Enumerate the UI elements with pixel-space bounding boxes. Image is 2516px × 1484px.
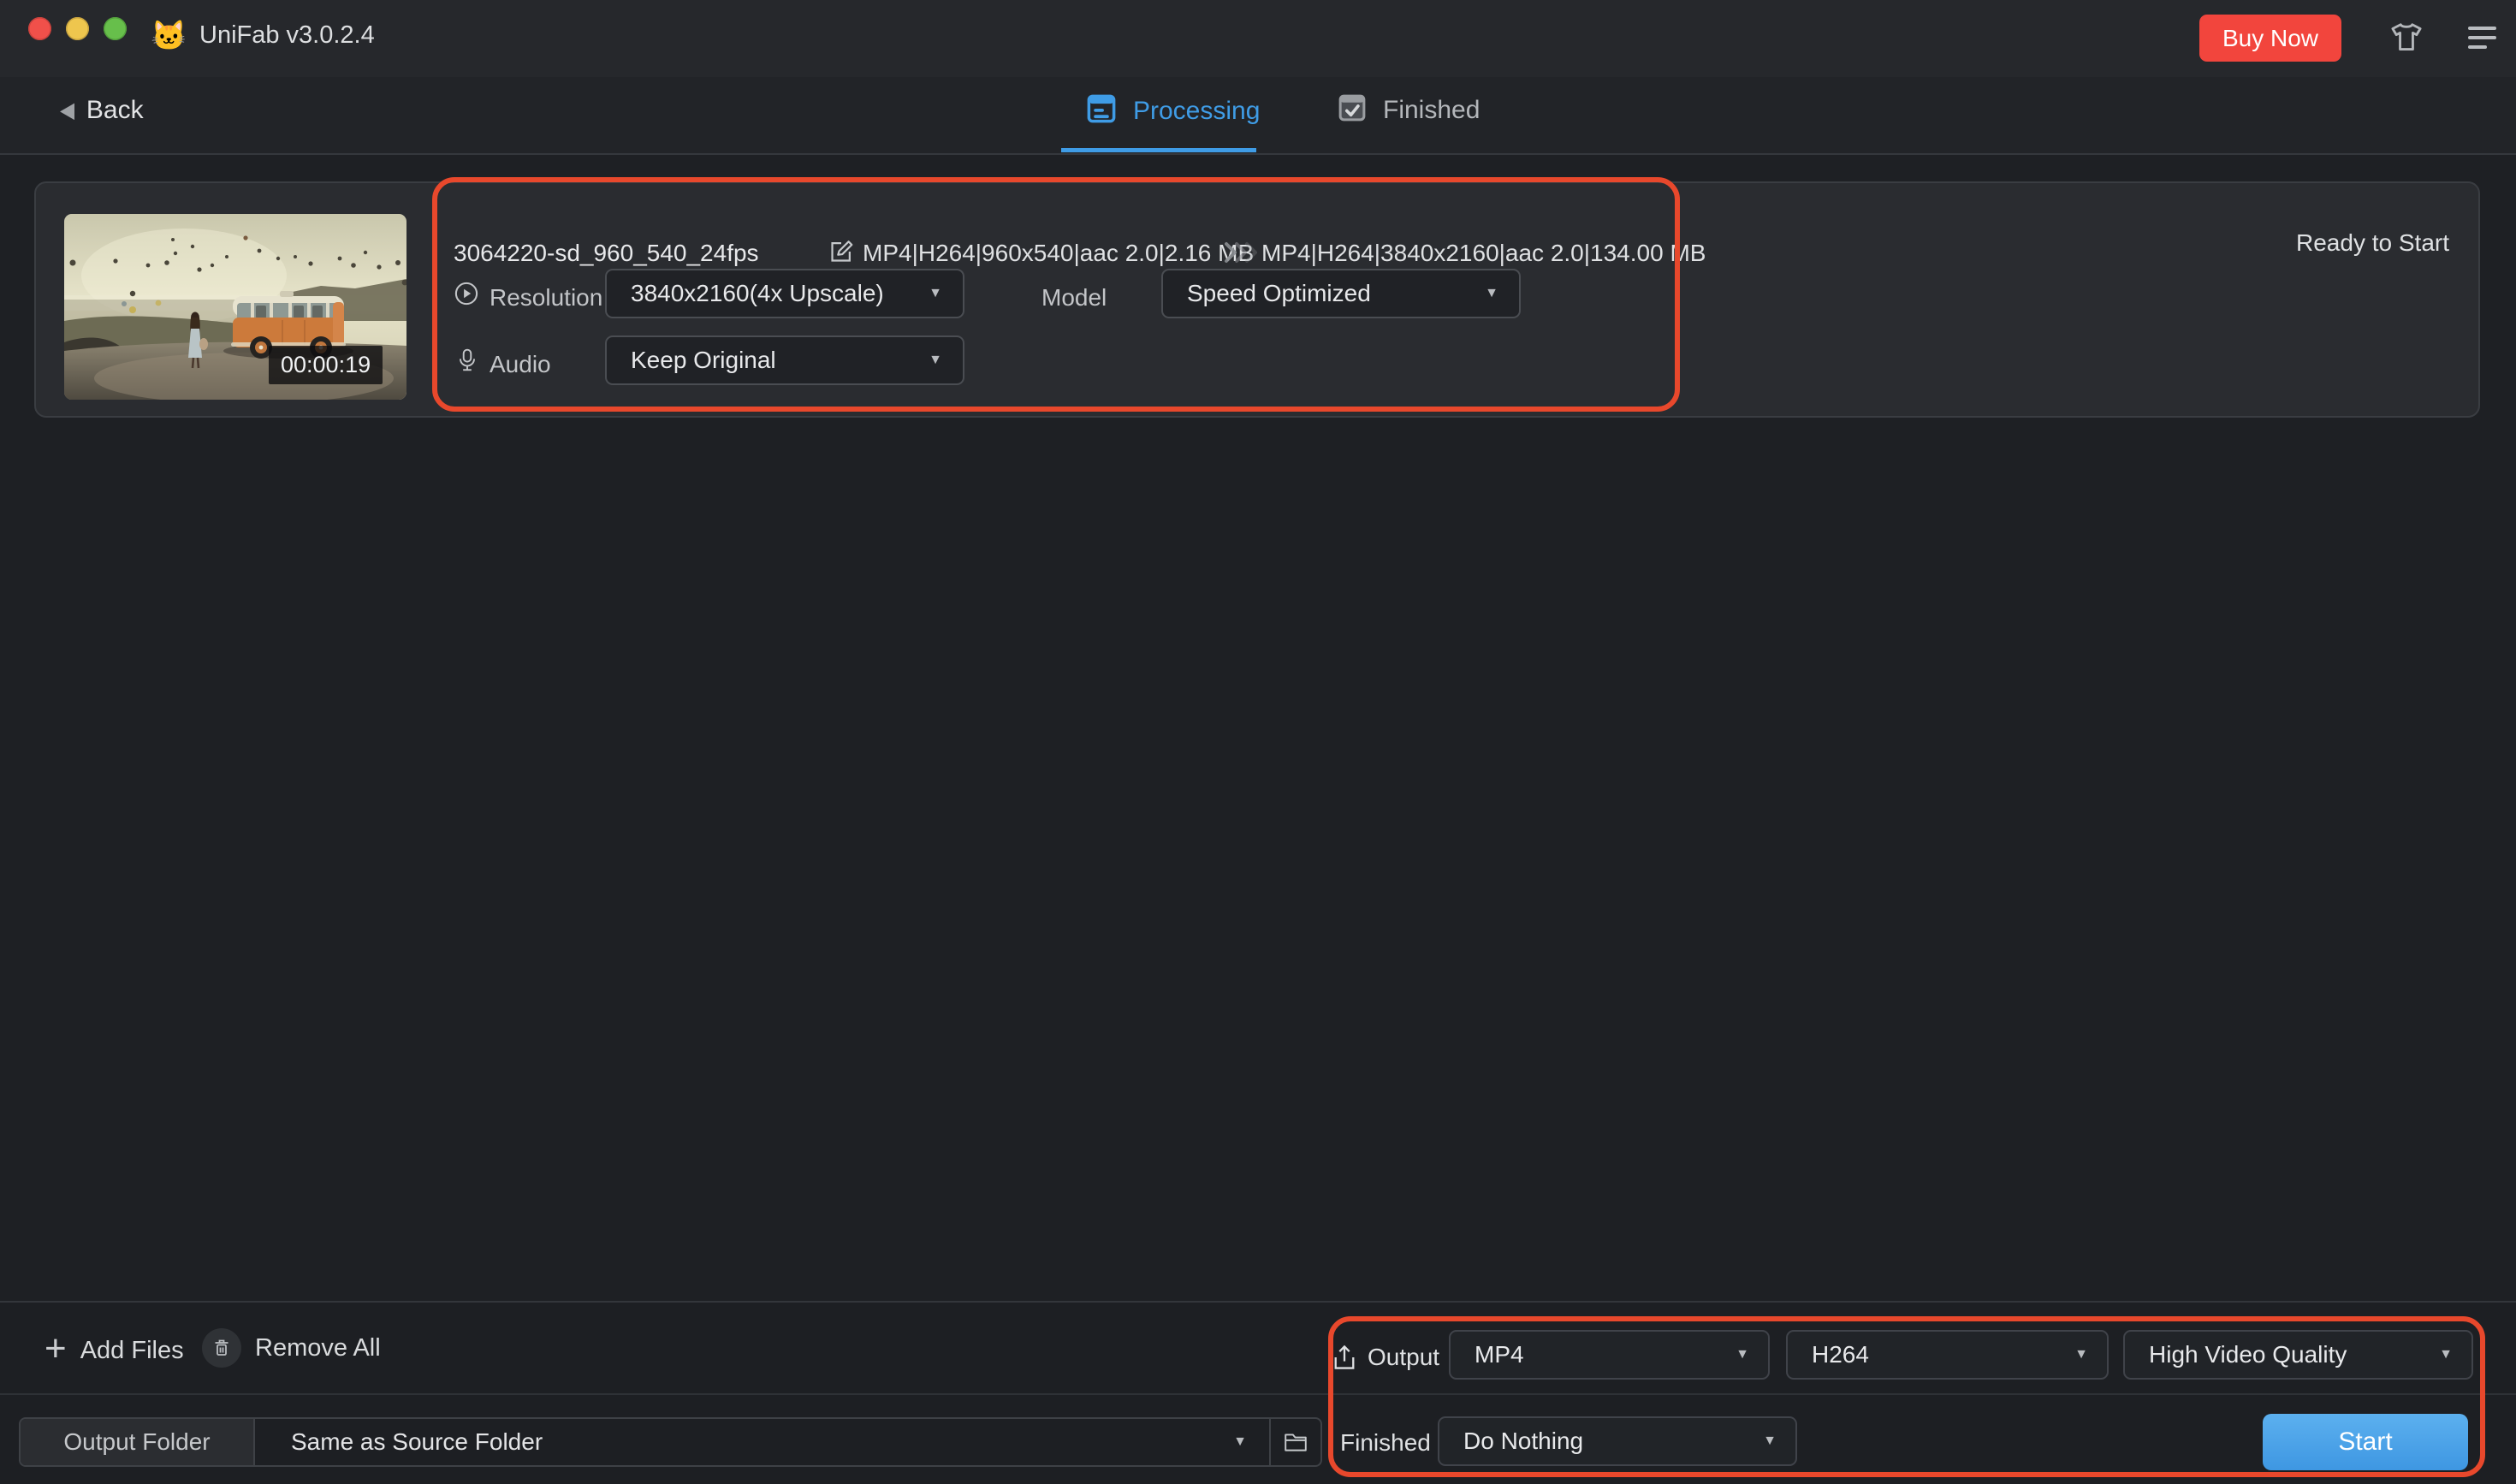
export-icon	[1332, 1344, 1357, 1371]
codec-value: H264	[1812, 1341, 2061, 1368]
video-thumbnail[interactable]: 00:00:19	[64, 214, 406, 400]
duration-badge: 00:00:19	[269, 346, 383, 384]
source-media-info: MP4|H264|960x540|aac 2.0|2.16 MB	[863, 240, 1254, 267]
finished-action-dropdown[interactable]: Do Nothing ▼	[1438, 1416, 1797, 1466]
start-button[interactable]: Start	[2263, 1414, 2468, 1470]
app-logo-icon: 🐱	[151, 19, 187, 53]
remove-all-button[interactable]: Remove All	[202, 1328, 381, 1368]
add-files-label: Add Files	[80, 1337, 184, 1365]
caret-down-icon: ▼	[1485, 286, 1498, 301]
tab-processing-label: Processing	[1133, 97, 1260, 126]
quality-dropdown[interactable]: High Video Quality ▼	[2123, 1330, 2473, 1380]
finished-label: Finished	[1340, 1429, 1431, 1457]
folder-icon	[1283, 1431, 1308, 1453]
caret-down-icon: ▼	[2439, 1347, 2453, 1362]
zoom-window-button[interactable]	[104, 17, 127, 40]
finished-check-icon	[1337, 92, 1368, 128]
menu-icon[interactable]	[2468, 24, 2497, 53]
audio-dropdown[interactable]: Keep Original ▼	[605, 335, 964, 385]
tab-processing[interactable]: Processing	[1085, 92, 1260, 129]
output-folder-dropdown[interactable]: Same as Source Folder	[255, 1428, 1233, 1456]
audio-value: Keep Original	[631, 347, 913, 374]
caret-down-icon: ▼	[1763, 1434, 1777, 1449]
back-label: Back	[86, 96, 144, 125]
model-dropdown[interactable]: Speed Optimized ▼	[1161, 269, 1521, 318]
tab-finished-label: Finished	[1383, 96, 1480, 125]
caret-down-icon: ▼	[929, 353, 942, 368]
unifab-window: 🐱 UniFab v3.0.2.4 Buy Now ◀ Back	[0, 0, 2516, 1484]
browse-folder-button[interactable]	[1271, 1419, 1320, 1465]
file-card: 00:00:19 3064220-sd_960_540_24fps MP4|H2…	[34, 181, 2480, 418]
footer-bar: + Add Files Remove All Output Folder Sam…	[0, 1301, 2516, 1484]
remove-all-label: Remove All	[255, 1334, 381, 1362]
shirt-icon[interactable]	[2388, 19, 2425, 56]
codec-dropdown[interactable]: H264 ▼	[1786, 1330, 2109, 1380]
microphone-icon	[455, 347, 481, 373]
transform-chevrons-icon	[1221, 240, 1259, 265]
format-dropdown[interactable]: MP4 ▼	[1449, 1330, 1770, 1380]
finished-action-value: Do Nothing	[1463, 1428, 1749, 1455]
resolution-value: 3840x2160(4x Upscale)	[631, 280, 913, 307]
back-button[interactable]: ◀ Back	[60, 96, 144, 125]
trash-icon	[202, 1328, 241, 1368]
audio-label: Audio	[490, 351, 551, 378]
play-circle-icon	[454, 281, 479, 306]
output-label: Output	[1368, 1344, 1439, 1371]
output-folder-label: Output Folder	[21, 1419, 255, 1465]
model-label: Model	[1041, 284, 1107, 312]
caret-down-icon: ▼	[2074, 1347, 2088, 1362]
active-tab-underline	[1061, 148, 1256, 152]
start-label: Start	[2338, 1428, 2392, 1457]
title-bar: 🐱 UniFab v3.0.2.4 Buy Now	[0, 0, 2516, 77]
plus-icon: +	[45, 1332, 67, 1366]
app-title: UniFab v3.0.2.4	[199, 21, 375, 50]
tab-finished[interactable]: Finished	[1337, 92, 1480, 128]
caret-down-icon: ▼	[1736, 1347, 1749, 1362]
buy-now-button[interactable]: Buy Now	[2199, 15, 2341, 62]
footer-divider	[0, 1393, 2516, 1395]
add-files-button[interactable]: + Add Files	[45, 1335, 184, 1366]
target-media-info: MP4|H264|3840x2160|aac 2.0|134.00 MB	[1261, 240, 1706, 267]
edit-info-icon[interactable]	[828, 238, 855, 265]
caret-down-icon: ▼	[929, 286, 942, 301]
minimize-window-button[interactable]	[66, 17, 89, 40]
processing-queue-icon	[1085, 92, 1118, 129]
close-window-button[interactable]	[28, 17, 51, 40]
caret-down-icon[interactable]: ▼	[1233, 1434, 1269, 1450]
file-name: 3064220-sd_960_540_24fps	[454, 240, 759, 267]
resolution-dropdown[interactable]: 3840x2160(4x Upscale) ▼	[605, 269, 964, 318]
status-text: Ready to Start	[2296, 229, 2449, 257]
buy-now-label: Buy Now	[2222, 25, 2318, 52]
format-value: MP4	[1475, 1341, 1722, 1368]
quality-value: High Video Quality	[2149, 1341, 2425, 1368]
model-value: Speed Optimized	[1187, 280, 1469, 307]
resolution-label: Resolution	[490, 284, 602, 312]
nav-bar: ◀ Back Processing	[0, 77, 2516, 155]
output-folder-control: Output Folder Same as Source Folder ▼	[19, 1417, 1322, 1467]
back-chevron-icon: ◀	[60, 98, 74, 123]
